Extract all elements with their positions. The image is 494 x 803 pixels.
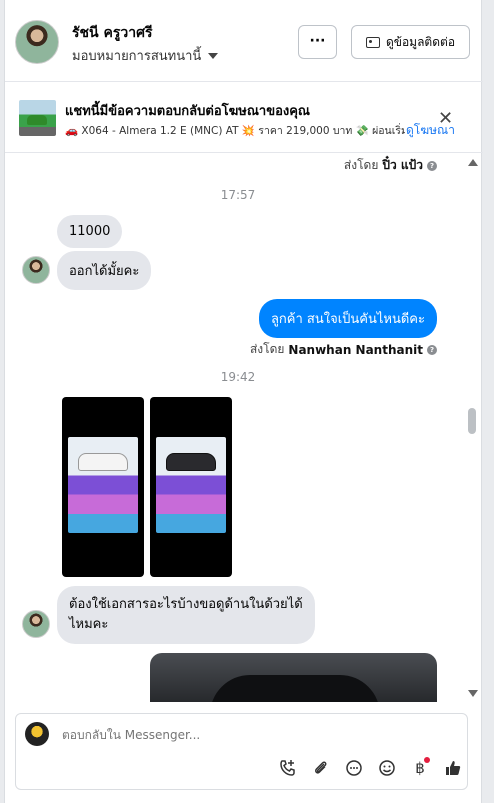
contact-name[interactable]: รัชนี ครูวาศรี xyxy=(72,22,152,44)
video-attachment[interactable] xyxy=(150,653,437,702)
info-icon[interactable]: ? xyxy=(427,344,437,355)
page-avatar xyxy=(25,722,49,746)
assign-conversation-dropdown[interactable]: มอบหมายการสนทนานี้ xyxy=(72,45,219,66)
view-contact-button[interactable]: ดูข้อมูลติดต่อ xyxy=(351,25,470,59)
conversation-panel: รัชนี ครูวาศรี มอบหมายการสนทนานี้ ··· ดู… xyxy=(4,0,483,803)
assign-label: มอบหมายการสนทนานี้ xyxy=(72,49,202,64)
reply-composer: ฿ xyxy=(15,713,468,790)
car-listing-image xyxy=(68,437,138,533)
car-image xyxy=(78,453,128,471)
attach-icon[interactable] xyxy=(309,756,333,780)
close-icon[interactable]: ✕ xyxy=(438,108,453,129)
message-thread: ส่งโดย ปิ๋ว แป้ว ? 17:57 11000 ออกได้มั้… xyxy=(5,154,465,702)
sent-by-info: ส่งโดย Nanwhan Nanthanit ? xyxy=(250,340,437,359)
outgoing-message[interactable]: ลูกค้า สนใจเป็นคันไหนดีคะ xyxy=(258,299,437,338)
sender-avatar xyxy=(22,610,50,638)
message-line: ต้องใช้เอกสารอะไรบ้างขอดูด้านในด้วยได้ xyxy=(69,597,303,612)
message-line: ไหมคะ xyxy=(69,617,109,632)
emoji-icon[interactable] xyxy=(375,756,399,780)
baht-icon[interactable]: ฿ xyxy=(408,756,432,780)
car-image xyxy=(166,453,216,471)
more-icon: ··· xyxy=(309,33,326,49)
incoming-message[interactable]: ต้องใช้เอกสารอะไรบ้างขอดูด้านในด้วยได้ ไ… xyxy=(57,586,315,644)
scroll-up-icon[interactable] xyxy=(468,159,478,166)
ad-reply-banner: แชทนี้มีข้อความตอบกลับต่อโฆษณาของคุณ 🚗 X… xyxy=(5,83,483,153)
timestamp: 17:57 xyxy=(220,188,256,202)
thumbs-up-icon[interactable] xyxy=(441,756,465,780)
reply-input[interactable] xyxy=(62,728,362,742)
ad-banner-title: แชทนี้มีข้อความตอบกลับต่อโฆษณาของคุณ xyxy=(65,104,310,119)
sent-by-prefix: ส่งโดย xyxy=(343,158,379,172)
sent-by-prefix: ส่งโดย xyxy=(249,342,285,356)
incoming-message[interactable]: ออกได้มั้ยคะ xyxy=(57,251,152,290)
ad-thumbnail xyxy=(19,100,56,136)
id-card-icon xyxy=(365,36,380,48)
incoming-message[interactable]: 11000 xyxy=(57,215,123,248)
notification-dot xyxy=(424,757,430,763)
scrollbar-thumb[interactable] xyxy=(468,408,476,434)
conversation-header: รัชนี ครูวาศรี มอบหมายการสนทนานี้ ··· ดู… xyxy=(5,0,483,82)
image-attachment[interactable] xyxy=(150,397,232,577)
timestamp: 19:42 xyxy=(220,370,256,384)
contact-avatar[interactable] xyxy=(15,20,59,64)
view-contact-label: ดูข้อมูลติดต่อ xyxy=(385,34,456,49)
chat-icon[interactable] xyxy=(342,756,366,780)
ad-description: 🚗 X064 - Almera 1.2 E (MNC) AT 💥 ราคา 21… xyxy=(65,125,405,137)
composer-toolbar: ฿ xyxy=(276,756,465,780)
sent-by-info: ส่งโดย ปิ๋ว แป้ว ? xyxy=(344,156,437,175)
thread-scrollbar[interactable] xyxy=(467,154,479,702)
scroll-down-icon[interactable] xyxy=(468,690,478,697)
info-icon[interactable]: ? xyxy=(427,160,437,171)
image-attachment[interactable] xyxy=(62,397,144,577)
call-plus-icon[interactable] xyxy=(276,756,300,780)
sender-avatar xyxy=(22,256,50,284)
car-listing-image xyxy=(156,437,226,533)
sent-by-name: ปิ๋ว แป้ว xyxy=(382,158,423,172)
chevron-down-icon xyxy=(208,52,219,59)
more-options-button[interactable]: ··· xyxy=(298,25,337,59)
sent-by-name: Nanwhan Nanthanit xyxy=(288,342,423,357)
